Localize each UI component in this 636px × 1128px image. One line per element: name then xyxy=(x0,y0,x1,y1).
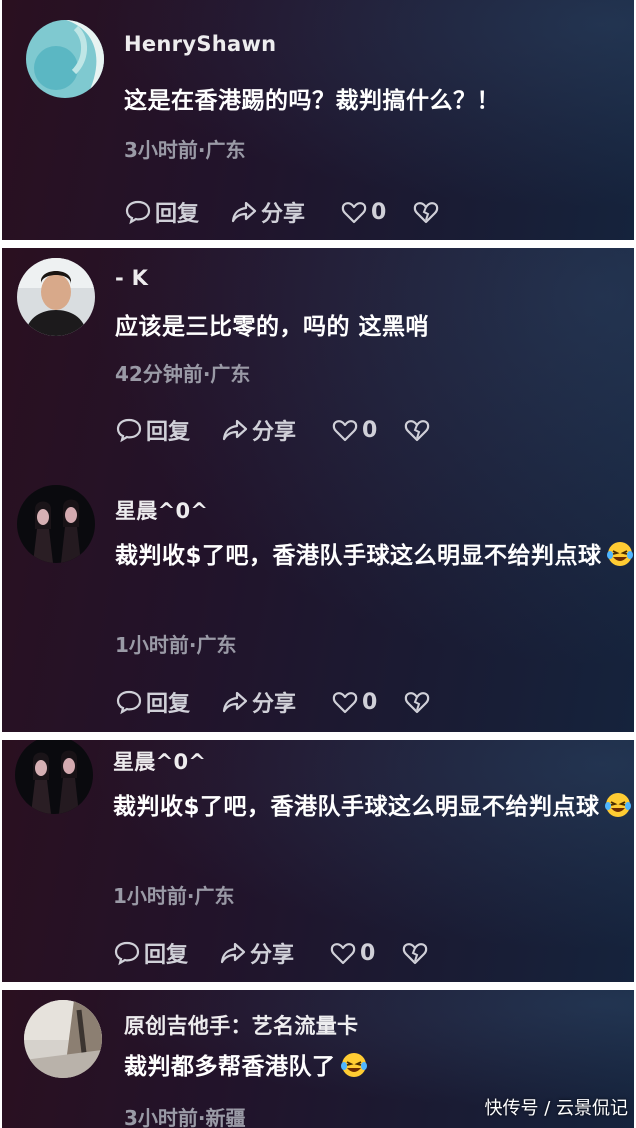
username[interactable]: 星晨^0^ xyxy=(115,495,208,525)
reply-icon xyxy=(116,690,142,715)
like-count: 0 xyxy=(362,689,378,715)
like-count: 0 xyxy=(371,199,387,225)
heart-icon xyxy=(332,692,358,714)
comment-actions: 回复 分享 0 xyxy=(124,197,454,227)
reply-button[interactable]: 回复 xyxy=(113,938,188,968)
avatar[interactable] xyxy=(26,20,104,98)
share-icon xyxy=(222,691,248,713)
comment-item: 星晨^0^ 裁判收$了吧，香港队手球这么明显不给判点球 1小时前·广东 回复 分… xyxy=(2,740,634,982)
comment-meta: 1小时前·广东 xyxy=(115,633,237,657)
comment-meta: 3小时前·广东 xyxy=(124,138,246,162)
comment-text-content: 裁判收$了吧，香港队手球这么明显不给判点球 xyxy=(115,543,602,569)
username[interactable]: 星晨^0^ xyxy=(113,746,206,776)
laughing-crying-emoji xyxy=(606,542,633,566)
comment-text: 这是在香港踢的吗？裁判搞什么？！ xyxy=(124,88,500,114)
watermark: 快传号 / 云景侃记 xyxy=(484,1098,628,1119)
share-label: 分享 xyxy=(252,692,297,717)
comment-text: 裁判收$了吧，香港队手球这么明显不给判点球 xyxy=(113,786,633,828)
reply-icon xyxy=(125,200,151,225)
reply-button[interactable]: 回复 xyxy=(115,415,190,445)
share-button[interactable]: 分享 xyxy=(219,938,294,968)
reply-icon xyxy=(114,941,140,966)
heart-icon xyxy=(330,943,356,965)
comment-item: HenryShawn 这是在香港踢的吗？裁判搞什么？！ 3小时前·广东 回复 分… xyxy=(2,0,634,240)
screenshot-panel-1: HenryShawn 这是在香港踢的吗？裁判搞什么？！ 3小时前·广东 回复 分… xyxy=(2,0,634,240)
share-label: 分享 xyxy=(250,943,295,968)
reply-label: 回复 xyxy=(144,943,189,968)
comment-text-content: 裁判收$了吧，香港队手球这么明显不给判点球 xyxy=(113,794,600,820)
screenshot-panel-3: 星晨^0^ 裁判收$了吧，香港队手球这么明显不给判点球 1小时前·广东 回复 分… xyxy=(2,740,634,982)
comment-text-content: 裁判都多帮香港队了 xyxy=(124,1054,336,1080)
like-button[interactable]: 0 xyxy=(329,938,375,968)
avatar[interactable] xyxy=(24,1000,102,1078)
username[interactable]: 原创吉他手：艺名流量卡 xyxy=(124,1010,358,1040)
reply-button[interactable]: 回复 xyxy=(115,687,190,717)
comment-meta: 3小时前·新疆 xyxy=(124,1106,246,1128)
reply-label: 回复 xyxy=(146,420,191,445)
comment-meta: 42分钟前·广东 xyxy=(115,362,251,386)
reply-label: 回复 xyxy=(146,692,191,717)
heart-icon xyxy=(332,420,358,442)
share-icon xyxy=(231,201,257,223)
share-button[interactable]: 分享 xyxy=(221,687,296,717)
share-label: 分享 xyxy=(252,420,297,445)
dislike-button[interactable] xyxy=(403,687,434,717)
like-button[interactable]: 0 xyxy=(340,197,386,227)
like-count: 0 xyxy=(360,940,376,966)
reply-label: 回复 xyxy=(155,202,200,227)
comment-item: 星晨^0^ 裁判收$了吧，香港队手球这么明显不给判点球 1小时前·广东 回复 分… xyxy=(2,473,634,732)
username[interactable]: HenryShawn xyxy=(124,32,276,56)
share-icon xyxy=(220,942,246,964)
share-icon xyxy=(222,419,248,441)
broken-heart-icon xyxy=(402,943,428,965)
comment-text: 裁判都多帮香港队了 xyxy=(124,1046,634,1088)
avatar[interactable] xyxy=(15,740,93,814)
like-button[interactable]: 0 xyxy=(331,687,377,717)
like-count: 0 xyxy=(362,417,378,443)
reply-icon xyxy=(116,418,142,443)
share-label: 分享 xyxy=(261,202,306,227)
broken-heart-icon xyxy=(404,420,430,442)
comment-actions: 回复 分享 0 xyxy=(115,687,445,717)
laughing-crying-emoji xyxy=(340,1053,367,1077)
avatar[interactable] xyxy=(17,258,95,336)
share-button[interactable]: 分享 xyxy=(230,197,305,227)
broken-heart-icon xyxy=(404,692,430,714)
username[interactable]: - K xyxy=(115,266,148,290)
comment-meta: 1小时前·广东 xyxy=(113,884,235,908)
avatar[interactable] xyxy=(17,485,95,563)
broken-heart-icon xyxy=(413,202,439,224)
dislike-button[interactable] xyxy=(401,938,432,968)
comment-text: 应该是三比零的，吗的 这黑哨 xyxy=(115,314,430,340)
dislike-button[interactable] xyxy=(403,415,434,445)
comment-text: 裁判收$了吧，香港队手球这么明显不给判点球 xyxy=(115,535,634,577)
reply-button[interactable]: 回复 xyxy=(124,197,199,227)
comment-actions: 回复 分享 0 xyxy=(115,415,445,445)
comment-actions: 回复 分享 0 xyxy=(113,938,443,968)
comment-item: - K 应该是三比零的，吗的 这黑哨 42分钟前·广东 回复 分享 0 xyxy=(2,248,634,473)
share-button[interactable]: 分享 xyxy=(221,415,296,445)
like-button[interactable]: 0 xyxy=(331,415,377,445)
screenshot-panel-2: - K 应该是三比零的，吗的 这黑哨 42分钟前·广东 回复 分享 0 星晨^0… xyxy=(2,248,634,732)
laughing-crying-emoji xyxy=(604,793,631,817)
heart-icon xyxy=(341,202,367,224)
dislike-button[interactable] xyxy=(412,197,443,227)
